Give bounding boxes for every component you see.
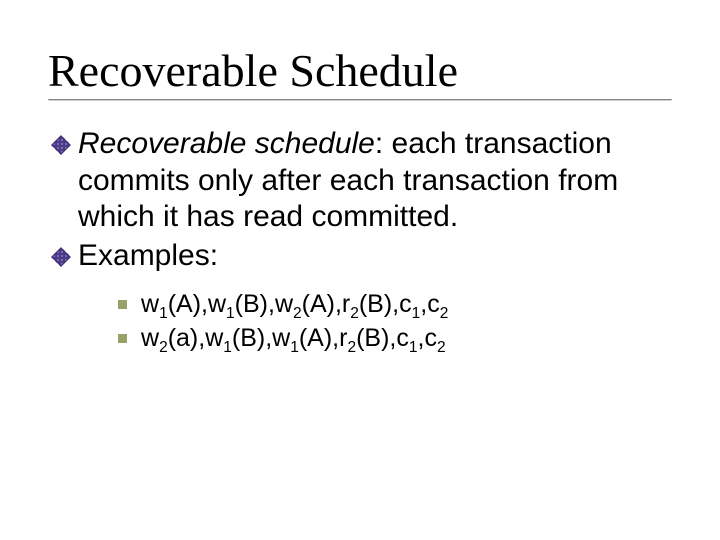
example-item: w1(A),w1(B),w2(A),r2(B),c1,c2 xyxy=(118,288,672,322)
square-bullet-icon xyxy=(118,334,127,343)
slide-body: Recoverable schedule: each transaction c… xyxy=(48,126,672,356)
title-underline: Recoverable Schedule xyxy=(48,44,672,100)
example-item: w2(a),w1(B),w1(A),r2(B),c1,c2 xyxy=(118,322,672,356)
examples-list: w1(A),w1(B),w2(A),r2(B),c1,c2 w2(a),w1(B… xyxy=(118,288,672,356)
bullet-text: Recoverable schedule: each transaction c… xyxy=(78,126,672,236)
bullet-item: Examples: xyxy=(54,238,672,275)
diamond-bullet-icon xyxy=(51,247,71,267)
slide-title: Recoverable Schedule xyxy=(48,44,672,97)
example-text: w1(A),w1(B),w2(A),r2(B),c1,c2 xyxy=(141,288,448,322)
bullet-text: Examples: xyxy=(78,238,672,275)
example-text: w2(a),w1(B),w1(A),r2(B),c1,c2 xyxy=(141,322,446,356)
bullet-item: Recoverable schedule: each transaction c… xyxy=(54,126,672,236)
slide: Recoverable Schedule Recoverable schedul… xyxy=(0,0,720,356)
diamond-bullet-icon xyxy=(51,135,71,155)
square-bullet-icon xyxy=(118,300,127,309)
